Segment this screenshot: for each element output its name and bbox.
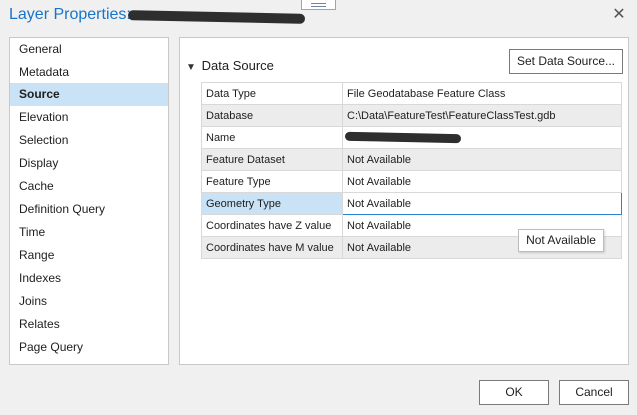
nav-item-time[interactable]: Time [10,221,168,244]
ok-button[interactable]: OK [479,380,549,405]
row-key: Feature Type [201,170,343,193]
nav-item-range[interactable]: Range [10,244,168,267]
nav-item-display[interactable]: Display [10,152,168,175]
table-row-selected: Geometry Type Not Available [201,192,622,215]
nav-item-elevation[interactable]: Elevation [10,106,168,129]
row-key: Name [201,126,343,149]
cancel-button[interactable]: Cancel [559,380,629,405]
table-row: Database C:\Data\FeatureTest\FeatureClas… [201,104,622,127]
table-row: Feature Dataset Not Available [201,148,622,171]
set-data-source-button[interactable]: Set Data Source... [509,49,623,74]
row-key: Coordinates have M value [201,236,343,259]
source-panel: ▼ Data Source Set Data Source... Data Ty… [179,37,629,365]
row-key: Coordinates have Z value [201,214,343,237]
row-value-redacted[interactable] [342,126,622,149]
nav-item-selection[interactable]: Selection [10,129,168,152]
drag-handle-icon[interactable] [301,0,336,10]
table-row: Data Type File Geodatabase Feature Class [201,82,622,105]
close-button[interactable]: ✕ [611,7,627,23]
nav-list: General Metadata Source Elevation Select… [9,37,169,365]
window-title: Layer Properties: [9,6,131,23]
title-bar: Layer Properties: ✕ [0,0,637,32]
nav-item-cache[interactable]: Cache [10,175,168,198]
nav-item-relates[interactable]: Relates [10,313,168,336]
nav-item-metadata[interactable]: Metadata [10,61,168,84]
nav-item-source[interactable]: Source [10,83,168,106]
row-value[interactable]: Not Available [342,170,622,193]
nav-item-general[interactable]: General [10,38,168,61]
nav-item-page-query[interactable]: Page Query [10,336,168,359]
section-title: Data Source [201,58,274,73]
row-key: Feature Dataset [201,148,343,171]
nav-item-indexes[interactable]: Indexes [10,267,168,290]
table-row: Feature Type Not Available [201,170,622,193]
redaction-mark [127,10,306,24]
row-key: Geometry Type [201,192,343,215]
row-key: Data Type [201,82,343,105]
chevron-down-icon[interactable]: ▼ [186,62,198,73]
redaction-mark [344,131,462,144]
nav-item-joins[interactable]: Joins [10,290,168,313]
nav-item-definition-query[interactable]: Definition Query [10,198,168,221]
data-source-section-header[interactable]: ▼ Data Source [186,58,274,73]
row-key: Database [201,104,343,127]
row-value[interactable]: File Geodatabase Feature Class [342,82,622,105]
row-value[interactable]: C:\Data\FeatureTest\FeatureClassTest.gdb [342,104,622,127]
table-row: Name [201,126,622,149]
row-value[interactable]: Not Available [342,192,622,215]
value-tooltip: Not Available [518,229,604,252]
row-value[interactable]: Not Available [342,148,622,171]
